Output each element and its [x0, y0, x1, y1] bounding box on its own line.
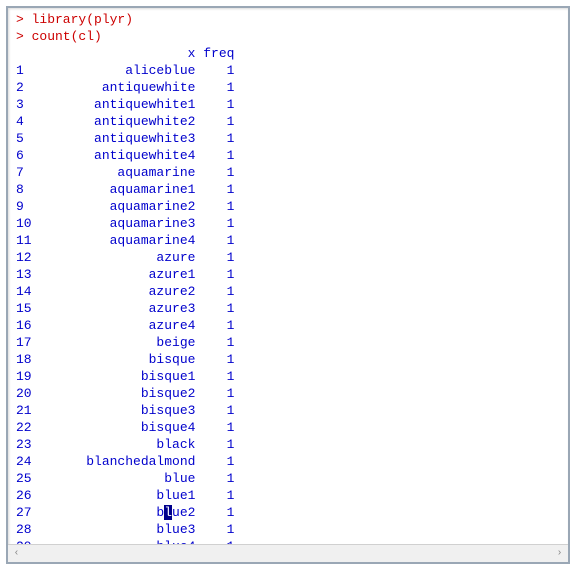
table-row: 5 antiquewhite3 1	[16, 130, 560, 147]
header-row: x freq	[16, 45, 560, 62]
r-console[interactable]: > library(plyr)> count(cl) x freq1 alice…	[6, 6, 570, 564]
command-line-0: > library(plyr)	[16, 11, 560, 28]
table-row: 12 azure 1	[16, 249, 560, 266]
table-row: 7 aquamarine 1	[16, 164, 560, 181]
table-row: 6 antiquewhite4 1	[16, 147, 560, 164]
table-row: 16 azure4 1	[16, 317, 560, 334]
table-row: 27 blue2 1	[16, 504, 560, 521]
table-row: 11 aquamarine4 1	[16, 232, 560, 249]
table-row: 4 antiquewhite2 1	[16, 113, 560, 130]
scroll-right-arrow-icon[interactable]: ›	[551, 545, 568, 562]
table-row: 23 black 1	[16, 436, 560, 453]
command-line-1: > count(cl)	[16, 28, 560, 45]
table-row: 28 blue3 1	[16, 521, 560, 538]
table-row: 25 blue 1	[16, 470, 560, 487]
table-row: 22 bisque4 1	[16, 419, 560, 436]
table-row: 10 aquamarine3 1	[16, 215, 560, 232]
table-row: 14 azure2 1	[16, 283, 560, 300]
selection-highlight: l	[164, 505, 172, 520]
table-row: 1 aliceblue 1	[16, 62, 560, 79]
table-row: 20 bisque2 1	[16, 385, 560, 402]
table-row: 2 antiquewhite 1	[16, 79, 560, 96]
table-row: 26 blue1 1	[16, 487, 560, 504]
table-row: 19 bisque1 1	[16, 368, 560, 385]
horizontal-scrollbar[interactable]: ‹ ›	[8, 544, 568, 562]
scrollbar-track[interactable]	[25, 545, 551, 562]
table-row: 8 aquamarine1 1	[16, 181, 560, 198]
table-row: 13 azure1 1	[16, 266, 560, 283]
table-row: 15 azure3 1	[16, 300, 560, 317]
table-row: 9 aquamarine2 1	[16, 198, 560, 215]
table-row: 17 beige 1	[16, 334, 560, 351]
table-row: 3 antiquewhite1 1	[16, 96, 560, 113]
table-row: 21 bisque3 1	[16, 402, 560, 419]
table-row: 18 bisque 1	[16, 351, 560, 368]
scroll-left-arrow-icon[interactable]: ‹	[8, 545, 25, 562]
table-row: 24 blanchedalmond 1	[16, 453, 560, 470]
